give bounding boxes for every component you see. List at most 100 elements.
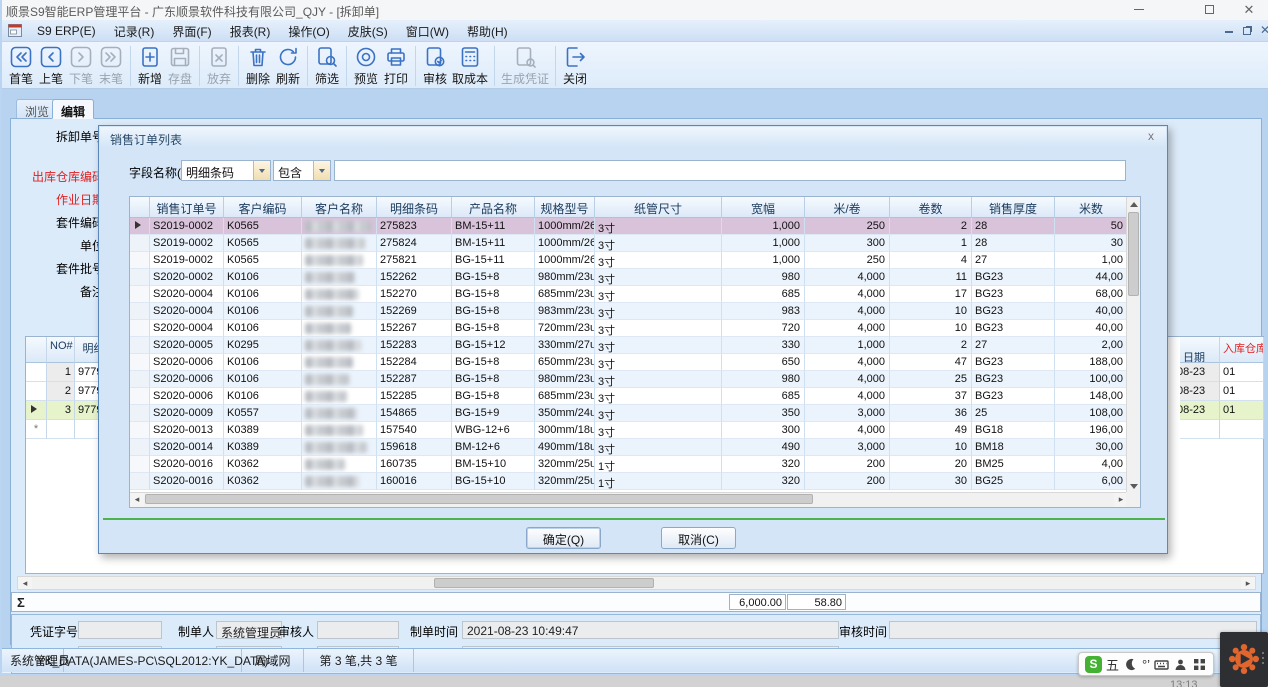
row-selector[interactable]: [130, 218, 150, 235]
row-selector[interactable]: [130, 422, 150, 439]
table-cell[interactable]: 4,00: [1055, 456, 1128, 473]
moon-icon[interactable]: [1123, 657, 1138, 672]
grid-cell-warehouse[interactable]: 01: [1220, 401, 1264, 420]
table-cell[interactable]: 685: [722, 286, 805, 303]
row-selector[interactable]: [130, 354, 150, 371]
row-selector[interactable]: [130, 235, 150, 252]
table-cell[interactable]: [302, 303, 377, 320]
table-cell[interactable]: K0106: [224, 286, 302, 303]
table-cell[interactable]: BG23: [972, 303, 1055, 320]
table-cell[interactable]: S2020-0004: [150, 286, 224, 303]
table-cell[interactable]: BG-15+11: [452, 252, 535, 269]
toolbar-preview-button[interactable]: 预览: [351, 44, 381, 88]
table-cell[interactable]: 200: [805, 473, 890, 490]
table-cell[interactable]: 490: [722, 439, 805, 456]
table-cell[interactable]: 1,000: [722, 235, 805, 252]
table-cell[interactable]: S2020-0006: [150, 354, 224, 371]
row-selector[interactable]: [130, 286, 150, 303]
table-cell[interactable]: BG-15+8: [452, 354, 535, 371]
table-cell[interactable]: BG-15+12: [452, 337, 535, 354]
grid-cell-warehouse[interactable]: [1220, 420, 1264, 439]
table-cell[interactable]: 152284: [377, 354, 452, 371]
table-cell[interactable]: [302, 388, 377, 405]
table-cell[interactable]: 685: [722, 388, 805, 405]
row-selector[interactable]: [130, 439, 150, 456]
table-cell[interactable]: S2020-0006: [150, 388, 224, 405]
tab-edit[interactable]: 编辑: [52, 99, 94, 119]
dialog-close-icon[interactable]: x: [1143, 129, 1159, 145]
table-cell[interactable]: BG-15+8: [452, 303, 535, 320]
table-cell[interactable]: 3寸: [595, 337, 722, 354]
table-cell[interactable]: 330mm/27um...: [535, 337, 595, 354]
row-selector[interactable]: [130, 303, 150, 320]
toolbar-nav-prev-button[interactable]: 上笔: [36, 44, 66, 88]
grid-row-selector[interactable]: [26, 382, 47, 401]
scroll-left-icon[interactable]: ◂: [18, 577, 32, 589]
table-cell[interactable]: 4,000: [805, 286, 890, 303]
grid-cell-no[interactable]: 3: [47, 401, 75, 420]
table-cell[interactable]: 152267: [377, 320, 452, 337]
table-cell[interactable]: 350mm/24um...: [535, 405, 595, 422]
table-cell[interactable]: 50: [1055, 218, 1128, 235]
table-cell[interactable]: 10: [890, 303, 972, 320]
table-cell[interactable]: BM25: [972, 456, 1055, 473]
table-cell[interactable]: BG-15+8: [452, 269, 535, 286]
grid-cell-no[interactable]: 1: [47, 363, 75, 382]
punctuation-icon[interactable]: °’: [1142, 657, 1150, 672]
table-cell[interactable]: 30: [890, 473, 972, 490]
table-cell[interactable]: 2: [890, 218, 972, 235]
chevron-down-icon[interactable]: [253, 161, 270, 180]
table-header-5[interactable]: 规格型号: [535, 197, 595, 218]
close-icon[interactable]: ✕: [1234, 2, 1264, 18]
table-cell[interactable]: 330: [722, 337, 805, 354]
table-cell[interactable]: BG18: [972, 422, 1055, 439]
table-cell[interactable]: K0389: [224, 439, 302, 456]
table-cell[interactable]: 148,00: [1055, 388, 1128, 405]
table-cell[interactable]: 3寸: [595, 286, 722, 303]
mdi-restore-icon[interactable]: [1240, 25, 1254, 37]
table-cell[interactable]: [302, 252, 377, 269]
table-cell[interactable]: 980mm/23um...: [535, 371, 595, 388]
table-cell[interactable]: [302, 337, 377, 354]
table-cell[interactable]: 47: [890, 354, 972, 371]
table-header-3[interactable]: 明细条码: [377, 197, 452, 218]
table-cell[interactable]: 49: [890, 422, 972, 439]
grid-new-row-selector[interactable]: *: [26, 420, 47, 439]
table-cell[interactable]: K0565: [224, 252, 302, 269]
table-row[interactable]: S2019-0002K0565275821BG-15+111000mm/26u.…: [130, 252, 1128, 269]
table-cell[interactable]: BM18: [972, 439, 1055, 456]
table-header-6[interactable]: 纸管尺寸: [595, 197, 722, 218]
detail-grid-hscrollbar[interactable]: ◂ ▸: [17, 576, 1256, 590]
filter-operator-select[interactable]: 包含: [273, 160, 331, 181]
table-cell[interactable]: 3寸: [595, 371, 722, 388]
table-cell[interactable]: S2020-0013: [150, 422, 224, 439]
table-header-selector[interactable]: [130, 197, 150, 218]
table-cell[interactable]: 983: [722, 303, 805, 320]
table-header-1[interactable]: 客户编码: [224, 197, 302, 218]
cancel-button[interactable]: 取消(C): [661, 527, 736, 549]
row-selector[interactable]: [130, 473, 150, 490]
scroll-right-icon[interactable]: ▸: [1241, 577, 1255, 589]
table-cell[interactable]: 350: [722, 405, 805, 422]
toolbar-nav-first-button[interactable]: 首笔: [6, 44, 36, 88]
user-icon[interactable]: [1173, 657, 1188, 672]
table-row[interactable]: S2020-0004K0106152269BG-15+8983mm/23um..…: [130, 303, 1128, 320]
table-cell[interactable]: 1000mm/26u...: [535, 235, 595, 252]
table-cell[interactable]: S2020-0004: [150, 320, 224, 337]
grid-cell-date[interactable]: 08-23: [1180, 382, 1220, 401]
table-row[interactable]: S2019-0002K0565275824BM-15+111000mm/26u.…: [130, 235, 1128, 252]
table-cell[interactable]: 3寸: [595, 269, 722, 286]
table-cell[interactable]: 3,000: [805, 439, 890, 456]
table-cell[interactable]: 250: [805, 218, 890, 235]
filter-search-input[interactable]: [334, 160, 1126, 181]
table-cell[interactable]: S2019-0002: [150, 252, 224, 269]
table-cell[interactable]: 685mm/23um...: [535, 388, 595, 405]
table-cell[interactable]: BM-15+11: [452, 235, 535, 252]
table-cell[interactable]: 1,000: [722, 252, 805, 269]
table-cell[interactable]: 11: [890, 269, 972, 286]
table-cell[interactable]: BG-15+8: [452, 286, 535, 303]
grid-row-selector[interactable]: [26, 401, 47, 420]
table-cell[interactable]: 1,00: [1055, 252, 1128, 269]
grid-cell-no[interactable]: 2: [47, 382, 75, 401]
grid-cell-warehouse[interactable]: 01: [1220, 363, 1264, 382]
